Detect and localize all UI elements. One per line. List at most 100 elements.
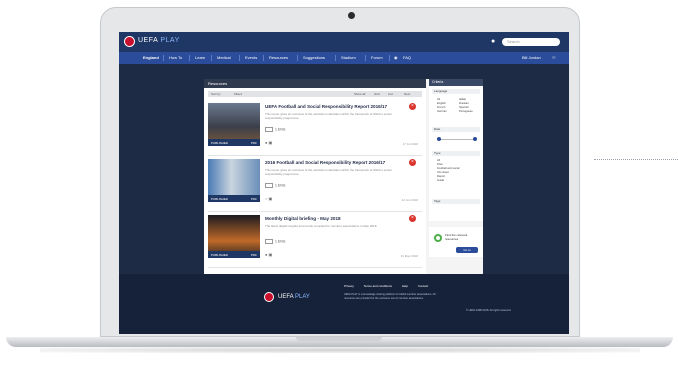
filter-option[interactable]: Guide (437, 179, 444, 182)
download-icon[interactable]: ▣ (269, 140, 273, 145)
search-input[interactable]: Search (502, 38, 560, 46)
nav-item-how-to[interactable]: How To (169, 55, 182, 60)
list-item[interactable]: PUBLISHED PDF Monthly Digital briefing -… (208, 212, 422, 268)
notification-icon[interactable]: ● (491, 38, 495, 45)
site-footer: UEFA PLAY Privacy Terms and conditions H… (119, 274, 569, 334)
filter-option[interactable]: Portuguese (459, 110, 473, 113)
filter-option[interactable]: All (437, 159, 440, 162)
nav-item-medical[interactable]: Medical (217, 55, 231, 60)
slider-handle-end[interactable] (473, 137, 477, 141)
date-range-slider[interactable] (437, 139, 477, 140)
language-icon (265, 127, 273, 132)
show-all-link[interactable]: Show all (354, 92, 365, 96)
bookmark-icon[interactable]: ● (265, 140, 267, 145)
footer-brand[interactable]: UEFA PLAY (278, 294, 310, 300)
webcam (348, 12, 355, 19)
list-item[interactable]: PUBLISHED PDF UEFA Football and Social R… (208, 100, 422, 156)
top-bar: UEFA PLAY ● Search (119, 32, 569, 52)
next-page-link[interactable]: Next (404, 92, 410, 96)
nav-divider (239, 55, 240, 61)
filter-option[interactable]: All (437, 98, 440, 101)
nav-divider (335, 55, 336, 61)
filter-section-language[interactable]: Language (432, 89, 480, 94)
bookmark-icon[interactable]: ○ (265, 196, 267, 201)
filter-option[interactable]: Football and social (437, 167, 459, 170)
resource-thumbnail[interactable]: PUBLISHED PDF (208, 215, 260, 258)
uefa-logo-icon[interactable] (124, 36, 135, 47)
dotted-callout-line (594, 159, 678, 160)
file-type-label: PDF (251, 253, 257, 257)
filter-control[interactable]: Filters (234, 92, 242, 96)
nav-item-forum[interactable]: Forum (371, 55, 383, 60)
resource-title[interactable]: UEFA Football and Social Responsibility … (265, 104, 387, 109)
nav-divider (163, 55, 164, 61)
filter-option[interactable]: Report (437, 175, 445, 178)
nav-item-events[interactable]: Events (245, 55, 257, 60)
filter-section-type[interactable]: Type (432, 151, 480, 156)
footer-link-help[interactable]: Help (402, 284, 408, 288)
brand-logo[interactable]: UEFA PLAY (138, 37, 180, 44)
resource-title[interactable]: Monthly Digital briefing - May 2018 (265, 216, 341, 221)
nav-item-faq[interactable]: FAQ (403, 55, 411, 60)
globe-icon[interactable]: ◉ (394, 55, 398, 60)
nav-divider (211, 55, 212, 61)
filter-section-date[interactable]: Date (432, 127, 480, 132)
thumbnail-strip: PUBLISHED PDF (208, 251, 260, 258)
language-icon (265, 183, 273, 188)
sort-control[interactable]: Sort by (211, 92, 221, 96)
list-view-link[interactable]: List (388, 92, 393, 96)
resource-thumbnail[interactable]: PUBLISHED PDF (208, 159, 260, 202)
footer-brand-suffix: PLAY (295, 294, 310, 300)
resource-actions: ● ▣ (265, 140, 272, 145)
published-label: PUBLISHED (211, 197, 229, 201)
remove-icon[interactable]: × (409, 103, 416, 110)
slider-handle-start[interactable] (437, 137, 441, 141)
filter-option[interactable]: Russian (459, 102, 469, 105)
footer-logo-icon[interactable] (264, 292, 274, 302)
filter-option[interactable]: French (437, 106, 445, 109)
main-nav: England How To Learn Medical Events Reso… (119, 52, 569, 64)
resource-description: The latest digital insights and trends c… (265, 224, 378, 228)
promo-button[interactable]: Go to (456, 247, 478, 253)
results-toolbar: Sort by Filters Show all Grid List Next (208, 91, 422, 97)
filter-option[interactable]: Italian (459, 98, 466, 101)
list-item[interactable]: PUBLISHED PDF 2016 Football and Social R… (208, 156, 422, 212)
bookmark-icon[interactable]: ● (265, 252, 267, 257)
footer-link-terms[interactable]: Terms and conditions (364, 284, 392, 288)
laptop-screen: UEFA PLAY ● Search England How To Learn … (119, 32, 569, 334)
brand-suffix: PLAY (160, 37, 180, 44)
nav-item-stadium[interactable]: Stadium (341, 55, 356, 60)
footer-link-privacy[interactable]: Privacy (344, 284, 354, 288)
nav-item-resources[interactable]: Resources (269, 55, 288, 60)
footer-link-contact[interactable]: Contact (418, 284, 428, 288)
language-label: 1 ENG (275, 239, 286, 244)
resource-description: This report gives an overview of the act… (265, 168, 392, 176)
footer-copyright: © UEFA 1998-2018. All rights reserved. (466, 309, 512, 312)
resource-thumbnail[interactable]: PUBLISHED PDF (208, 103, 260, 146)
language-label: 1 ENG (275, 183, 286, 188)
footer-brand-name: UEFA (278, 294, 294, 300)
grid-view-link[interactable]: Grid (374, 92, 380, 96)
remove-icon[interactable]: × (409, 215, 416, 222)
download-icon[interactable]: ▣ (269, 196, 273, 201)
resources-panel: Resources Sort by Filters Show all Grid … (204, 79, 426, 275)
filter-option[interactable]: English (437, 102, 446, 105)
language-tag: 1 ENG (265, 239, 286, 244)
account-name[interactable]: Bill Jordan (522, 55, 541, 60)
nav-item-england[interactable]: England (143, 55, 159, 60)
filter-option[interactable]: German (437, 110, 447, 113)
resource-date: 17 Jul 2018 (402, 142, 418, 146)
resource-date: 12 Jun 2018 (401, 198, 418, 202)
footer-text: UEFA PLAY is a knowledge sharing platfor… (344, 293, 436, 300)
resource-title[interactable]: 2016 Football and Social Responsibility … (265, 160, 385, 165)
filter-option[interactable]: Files (437, 163, 443, 166)
promo-text: Find the relevant resources (445, 233, 468, 241)
filter-option[interactable]: Info sheet (437, 171, 449, 174)
filter-section-tags[interactable]: Tags (432, 199, 480, 204)
download-icon[interactable]: ▣ (269, 252, 273, 257)
filter-option[interactable]: Spanish (459, 106, 469, 109)
nav-item-suggestions[interactable]: Suggestions (303, 55, 325, 60)
remove-icon[interactable]: × (409, 159, 416, 166)
nav-item-learn[interactable]: Learn (195, 55, 205, 60)
user-icon[interactable]: ⚇ (552, 55, 556, 60)
